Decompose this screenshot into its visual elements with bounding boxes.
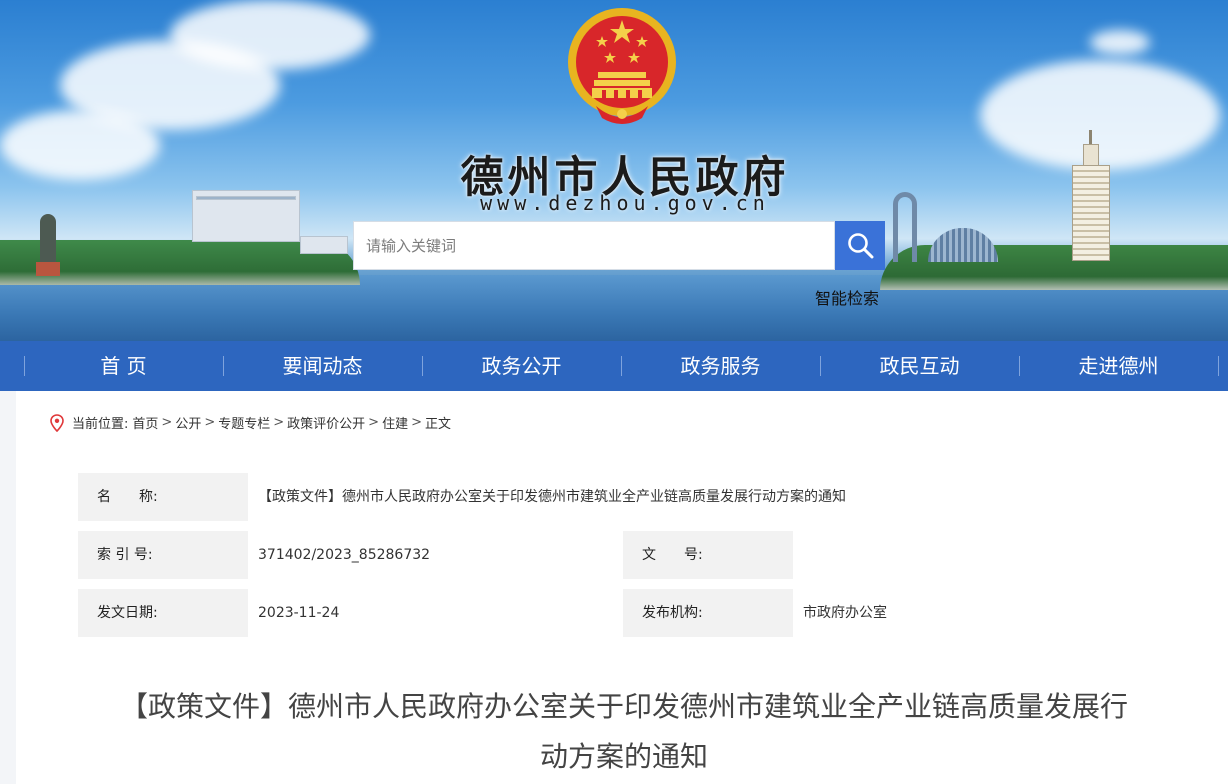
cloud (1090, 30, 1150, 55)
site-url: www.dezhou.gov.cn (480, 191, 770, 215)
building (300, 236, 348, 254)
document-title: 【政策文件】德州市人民政府办公室关于印发德州市建筑业全产业链高质量发展行 动方案… (80, 682, 1168, 782)
meta-label-doc-no: 文 号: (642, 547, 703, 563)
meta-label-index: 索 引 号: (97, 547, 153, 563)
header-banner: 德州市人民政府 www.dezhou.gov.cn 智能检索 (0, 0, 1228, 341)
statue (40, 214, 56, 264)
breadcrumb-separator: > (411, 415, 422, 430)
breadcrumb-link-special-topics[interactable]: 专题专栏 (218, 413, 270, 432)
breadcrumb-prefix: 当前位置: (72, 417, 129, 432)
breadcrumb-link-housing[interactable]: 住建 (382, 413, 408, 432)
meta-row-date: 发文日期: 2023-11-24 发布机构: 市政府办公室 (78, 589, 1168, 637)
meta-label-name: 名 称: (97, 489, 158, 505)
nav-item-gov-affairs-open[interactable]: 政务公开 (422, 341, 621, 391)
cloud (0, 110, 160, 180)
meta-value-index: 371402/2023_85286732 (258, 547, 431, 563)
nav-item-home[interactable]: 首 页 (24, 341, 223, 391)
meta-row-name: 名 称: 【政策文件】德州市人民政府办公室关于印发德州市建筑业全产业链高质量发展… (78, 473, 1168, 521)
building-stripe (196, 196, 296, 200)
meta-value-doc-no-cell (793, 531, 1168, 579)
document-title-line-1: 【政策文件】德州市人民政府办公室关于印发德州市建筑业全产业链高质量发展行 (119, 690, 1128, 723)
nav-item-about-dezhou[interactable]: 走进德州 (1019, 341, 1218, 391)
meta-value-name-cell: 【政策文件】德州市人民政府办公室关于印发德州市建筑业全产业链高质量发展行动方案的… (248, 473, 1168, 521)
nav-item-gov-services[interactable]: 政务服务 (621, 341, 820, 391)
breadcrumb: 当前位置: 首页 > 公开 > 专题专栏 > 政策评价公开 > 住建 > 正文 (50, 413, 451, 432)
breadcrumb-separator: > (161, 415, 173, 430)
arch-structure (893, 192, 917, 262)
location-pin-icon (50, 413, 64, 432)
meta-value-date-cell: 2023-11-24 (248, 589, 623, 637)
cloud (170, 0, 370, 70)
meta-label-date: 发文日期: (97, 605, 158, 621)
document-title-line-2: 动方案的通知 (539, 740, 708, 773)
search-button[interactable] (835, 221, 885, 270)
meta-value-index-cell: 371402/2023_85286732 (248, 531, 623, 579)
main-nav: 首 页 要闻动态 政务公开 政务服务 政民互动 走进德州 (0, 341, 1228, 391)
search-input[interactable] (353, 221, 835, 270)
meta-value-name: 【政策文件】德州市人民政府办公室关于印发德州市建筑业全产业链高质量发展行动方案的… (258, 489, 846, 505)
cloud (980, 60, 1220, 170)
statue-pedestal (36, 262, 60, 276)
nav-divider (1218, 356, 1219, 376)
dome-building (928, 228, 998, 262)
breadcrumb-link-open[interactable]: 公开 (175, 413, 201, 432)
meta-value-date: 2023-11-24 (258, 605, 340, 621)
national-emblem-icon (568, 8, 676, 124)
breadcrumb-link-home[interactable]: 首页 (132, 413, 158, 432)
tower-building (1072, 165, 1110, 261)
meta-value-org-cell: 市政府办公室 (793, 589, 1168, 637)
breadcrumb-separator: > (368, 415, 380, 430)
meta-value-org: 市政府办公室 (803, 605, 887, 621)
nav-item-interaction[interactable]: 政民互动 (820, 341, 1019, 391)
meta-label-org: 发布机构: (642, 605, 703, 621)
breadcrumb-link-policy-evaluation[interactable]: 政策评价公开 (287, 413, 365, 432)
page: 德州市人民政府 www.dezhou.gov.cn 智能检索 首 页 要闻动态 … (0, 0, 1228, 784)
smart-search-link[interactable]: 智能检索 (815, 285, 879, 309)
breadcrumb-current: 正文 (425, 417, 452, 432)
breadcrumb-separator: > (273, 415, 285, 430)
nav-item-news[interactable]: 要闻动态 (223, 341, 422, 391)
breadcrumb-separator: > (204, 415, 216, 430)
search-icon (848, 233, 874, 259)
meta-row-index: 索 引 号: 371402/2023_85286732 文 号: (78, 531, 1168, 579)
